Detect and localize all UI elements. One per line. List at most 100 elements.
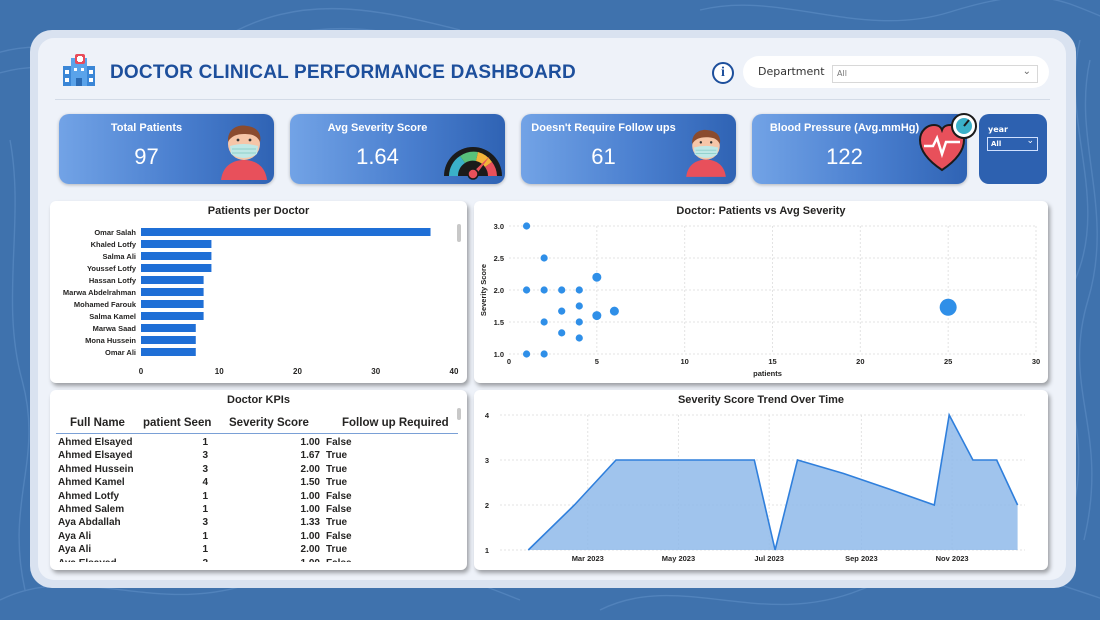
y-tick-label: 3 [485, 456, 489, 465]
table-row[interactable]: Aya Abdallah 3 1.33 True [56, 517, 458, 530]
masked-patient-icon [221, 125, 267, 180]
cell-follow-up: True [326, 544, 348, 556]
masked-patient-icon [686, 129, 726, 177]
kpi-value: 1.64 [356, 144, 399, 169]
chevron-down-icon: ⌄ [1022, 66, 1031, 77]
cell-full-name: Aya Ali [58, 530, 92, 542]
doctor-kpis-panel: Doctor KPIs Full Name patient Seen Sever… [50, 390, 467, 570]
cell-patient-seen: 3 [202, 517, 208, 529]
cell-severity-score: 1.50 [300, 477, 320, 489]
y-axis-label: Severity Score [479, 264, 488, 316]
year-dropdown[interactable]: All ⌄ [987, 136, 1038, 151]
x-tick-label: Nov 2023 [936, 554, 969, 563]
table-row[interactable]: Ahmed Kamel 4 1.50 True [56, 477, 458, 490]
scatter-point [575, 302, 583, 310]
cell-full-name: Ahmed Elsayed [58, 437, 133, 448]
column-header-follow-up[interactable]: Follow up Required [342, 417, 449, 429]
scatter-point [522, 222, 531, 230]
cell-full-name: Ahmed Elsayed [58, 450, 133, 462]
cell-severity-score: 1.00 [276, 558, 320, 562]
scatter-point [558, 307, 566, 315]
scatter-point [939, 298, 957, 316]
bar [141, 336, 196, 344]
patients-per-doctor-panel: Patients per Doctor Omar Salah Khaled Lot… [50, 201, 467, 383]
department-dropdown[interactable]: All ⌄ [832, 65, 1038, 83]
cell-patient-seen: 3 [202, 450, 208, 462]
table-row[interactable]: Ahmed Elsayed 1 1.00 False [56, 437, 458, 450]
kpi-label: Total Patients [110, 122, 183, 134]
x-tick-label: 15 [768, 357, 776, 366]
x-tick-label: Jul 2023 [754, 554, 784, 563]
y-tick-label: 2.0 [494, 286, 504, 295]
info-icon[interactable]: i [712, 62, 734, 84]
cell-patient-seen: 4 [202, 477, 208, 489]
bar [141, 300, 204, 308]
column-header-full-name[interactable]: Full Name [70, 417, 125, 429]
dashboard-header: DOCTOR CLINICAL PERFORMANCE DASHBOARD i … [55, 42, 1050, 100]
x-tick-label: Sep 2023 [845, 554, 878, 563]
panel-title: Doctor KPIs [227, 394, 290, 406]
bar-category-label: Khaled Lotfy [91, 240, 137, 249]
cell-severity-score: 2.00 [300, 544, 320, 556]
bar [141, 228, 431, 236]
cell-patient-seen: 1 [202, 437, 208, 448]
bar [141, 324, 196, 332]
cell-severity-score: 1.67 [300, 450, 320, 462]
x-tick-label: 0 [139, 367, 144, 376]
y-tick-label: 2.5 [494, 254, 504, 263]
cell-patient-seen: 1 [202, 504, 208, 515]
page-title: DOCTOR CLINICAL PERFORMANCE DASHBOARD [110, 62, 576, 83]
table-row[interactable]: Aya Ali 1 1.00 False [56, 531, 458, 544]
table-row[interactable]: Ahmed Salem 1 1.00 False [56, 504, 458, 517]
cell-full-name: Ahmed Hussein [58, 463, 134, 475]
y-tick-label: 1.5 [494, 318, 504, 327]
x-tick-label: 30 [371, 367, 380, 376]
kpi-value: 61 [591, 144, 616, 169]
cell-severity-score: 1.33 [300, 517, 320, 529]
x-tick-label: 10 [215, 367, 224, 376]
scatter-point [540, 350, 548, 358]
bar [141, 312, 204, 320]
x-tick-label: 25 [944, 357, 952, 366]
kpi-label: Doesn't Require Follow ups [531, 122, 676, 134]
cell-follow-up: False [326, 504, 352, 515]
column-header-patient-seen[interactable]: patient Seen [143, 417, 211, 429]
table-scrollbar[interactable] [457, 408, 461, 420]
bar-category-label: Hassan Lotfy [89, 276, 137, 285]
department-value: All [837, 69, 847, 78]
x-tick-label: 30 [1032, 357, 1040, 366]
bar-category-label: Salma Ali [103, 252, 137, 261]
kpi-card-avg-severity: Avg Severity Score 1.64 [290, 114, 505, 184]
column-header-severity-score[interactable]: Severity Score [229, 417, 309, 429]
table-row[interactable]: Ahmed Lotfy 1 1.00 False [56, 491, 458, 504]
bar [141, 276, 204, 284]
scatter-point [522, 350, 531, 358]
x-tick-label: Mar 2023 [572, 554, 604, 563]
scatter-point [558, 329, 566, 337]
bar [141, 252, 212, 260]
table-row[interactable]: Aya Ali 1 2.00 True [56, 544, 458, 557]
kpi-label: Blood Pressure (Avg.mmHg) [769, 122, 920, 134]
kpi-card-blood-pressure: Blood Pressure (Avg.mmHg) 122 [752, 113, 977, 184]
table-row[interactable]: Aya Elsayed 2 1.00 False [56, 558, 458, 562]
scatter-point [540, 254, 548, 262]
bar [141, 240, 212, 248]
cell-severity-score: 2.00 [300, 463, 320, 475]
scatter-point [609, 306, 619, 316]
cell-full-name: Aya Ali [58, 544, 92, 556]
table-header: Full Name patient Seen Severity Score Fo… [56, 412, 458, 434]
cell-full-name: Ahmed Salem [58, 504, 125, 515]
table-row[interactable]: Ahmed Hussein 3 2.00 True [56, 464, 458, 477]
heart-pressure-icon [918, 113, 977, 172]
scatter-point [540, 318, 548, 326]
scatter-point [575, 286, 583, 294]
cell-follow-up: False [326, 558, 352, 562]
scatter-panel: Doctor: Patients vs Avg Severity 1.0 1.5 2… [474, 201, 1048, 383]
cell-follow-up: True [326, 517, 348, 529]
bar-category-label: Salma Kamel [89, 312, 136, 321]
cell-patient-seen: 1 [202, 530, 208, 542]
cell-severity-score: 1.00 [300, 530, 320, 542]
table-row[interactable]: Ahmed Elsayed 3 1.67 True [56, 450, 458, 463]
bar-category-label: Mohamed Farouk [74, 300, 137, 309]
cell-patient-seen: 3 [202, 463, 208, 475]
